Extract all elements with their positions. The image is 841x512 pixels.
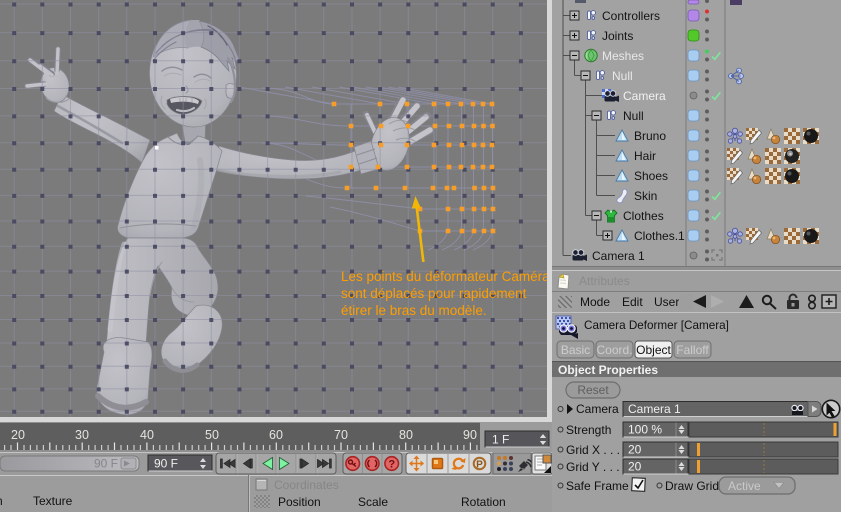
svg-text:P: P (476, 460, 483, 471)
svg-text:Null: Null (623, 109, 644, 123)
svg-text:Controllers: Controllers (602, 9, 660, 23)
svg-text:Coordinates: Coordinates (274, 478, 339, 492)
svg-text:60: 60 (269, 428, 283, 442)
svg-text:Falloff: Falloff (676, 343, 709, 357)
svg-text:Camera: Camera (576, 402, 619, 416)
svg-text:Clothes.1: Clothes.1 (634, 229, 685, 243)
svg-text:étirer le bras du modèle.: étirer le bras du modèle. (341, 303, 487, 318)
svg-text:Camera Deformer [Camera]: Camera Deformer [Camera] (584, 319, 729, 332)
svg-text:Skin: Skin (634, 189, 657, 203)
svg-text:Object Properties: Object Properties (558, 363, 658, 377)
svg-text:Draw Grid: Draw Grid (665, 479, 719, 493)
svg-text:40: 40 (140, 428, 154, 442)
svg-text:Bruno: Bruno (634, 129, 666, 143)
svg-text:Active: Active (728, 479, 761, 493)
svg-text:Attributes: Attributes (579, 274, 630, 288)
svg-text:Meshes: Meshes (602, 49, 644, 63)
svg-text:Grid X . . .: Grid X . . . (566, 443, 620, 457)
svg-text:Camera 1: Camera 1 (592, 249, 645, 263)
svg-text:Null: Null (612, 69, 633, 83)
svg-text:20: 20 (628, 460, 642, 474)
svg-text:Object: Object (636, 343, 671, 357)
svg-text:Edit: Edit (622, 295, 643, 309)
svg-text:80: 80 (399, 428, 413, 442)
svg-text:Position: Position (278, 495, 321, 509)
svg-text:Hair: Hair (634, 149, 656, 163)
svg-text:Shoes: Shoes (634, 169, 668, 183)
svg-text:Camera: Camera (623, 89, 666, 103)
svg-text:Les points du déformateur Camé: Les points du déformateur Caméra (341, 269, 547, 284)
svg-text:Texture: Texture (33, 494, 73, 508)
svg-text:90 F: 90 F (154, 457, 178, 471)
svg-text:20: 20 (628, 443, 642, 457)
svg-text:50: 50 (205, 428, 219, 442)
svg-text:Scale: Scale (358, 495, 388, 509)
svg-text:Mode: Mode (580, 295, 610, 309)
svg-text:70: 70 (334, 428, 348, 442)
svg-text:90 F: 90 F (94, 457, 118, 471)
svg-text:Joints: Joints (602, 29, 633, 43)
svg-text:Basic: Basic (561, 343, 590, 357)
svg-text:Reset: Reset (577, 383, 609, 397)
svg-text:30: 30 (75, 428, 89, 442)
svg-text:Rotation: Rotation (461, 495, 506, 509)
svg-text:90: 90 (463, 428, 477, 442)
svg-text:Clothes: Clothes (623, 209, 664, 223)
svg-text:User: User (654, 295, 679, 309)
svg-text:n: n (0, 494, 3, 508)
svg-text:Safe Frame: Safe Frame (566, 479, 629, 493)
svg-text:20: 20 (11, 428, 25, 442)
svg-text:Strength: Strength (566, 423, 611, 437)
svg-text:Coord.: Coord. (596, 343, 632, 357)
svg-text:100 %: 100 % (628, 423, 662, 437)
svg-text:Camera 1: Camera 1 (628, 402, 681, 416)
svg-text:Grid Y . . .: Grid Y . . . (566, 460, 620, 474)
svg-text:sont déplacés pour rapidement: sont déplacés pour rapidement (341, 286, 527, 301)
svg-text:?: ? (388, 459, 395, 471)
svg-text:1 F: 1 F (492, 433, 509, 447)
